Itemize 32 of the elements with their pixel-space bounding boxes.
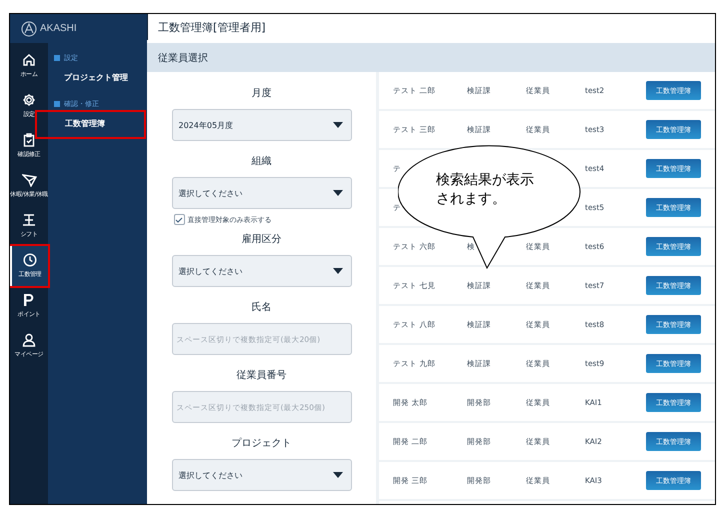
- field-label: 従業員番号: [236, 368, 286, 382]
- submenu-item[interactable]: プロジェクト管理: [48, 65, 147, 92]
- logo-icon: [21, 20, 37, 36]
- settings-icon: [22, 93, 36, 107]
- section-title: 従業員選択: [158, 52, 208, 65]
- field-label: 組織: [252, 154, 272, 168]
- clock-icon: [23, 253, 37, 267]
- collapse-icon[interactable]: [54, 101, 60, 107]
- caret-icon: [332, 190, 342, 196]
- caret-icon: [332, 122, 342, 128]
- caret-icon: [332, 472, 342, 478]
- field-label: 月度: [252, 86, 272, 100]
- page-title: 工数管理簿[管理者用]: [158, 20, 266, 35]
- dropdown[interactable]: 選択してください: [172, 177, 352, 209]
- dropdown[interactable]: 選択してください: [172, 459, 352, 491]
- caret-icon: [332, 268, 342, 274]
- checkbox[interactable]: [174, 214, 184, 225]
- collapse-icon[interactable]: [54, 55, 60, 61]
- dropdown[interactable]: 2024年05月度: [172, 109, 352, 141]
- field-label: 雇用区分: [242, 232, 282, 246]
- dropdown[interactable]: 選択してください: [172, 255, 352, 287]
- clipboard-icon: [22, 133, 36, 147]
- callout-text: 検索結果が表示されます。: [436, 171, 535, 209]
- letter-p-icon: [23, 293, 35, 307]
- home-icon: [22, 53, 36, 67]
- field-label: 氏名: [252, 300, 272, 314]
- field-label: プロジェクト: [232, 436, 292, 450]
- shift-icon: [22, 213, 36, 227]
- paper-plane-icon: [22, 173, 36, 187]
- submenu-item[interactable]: 工数管理簿: [36, 111, 145, 138]
- person-icon: [22, 333, 36, 347]
- brand-name: AKASHI: [40, 23, 77, 34]
